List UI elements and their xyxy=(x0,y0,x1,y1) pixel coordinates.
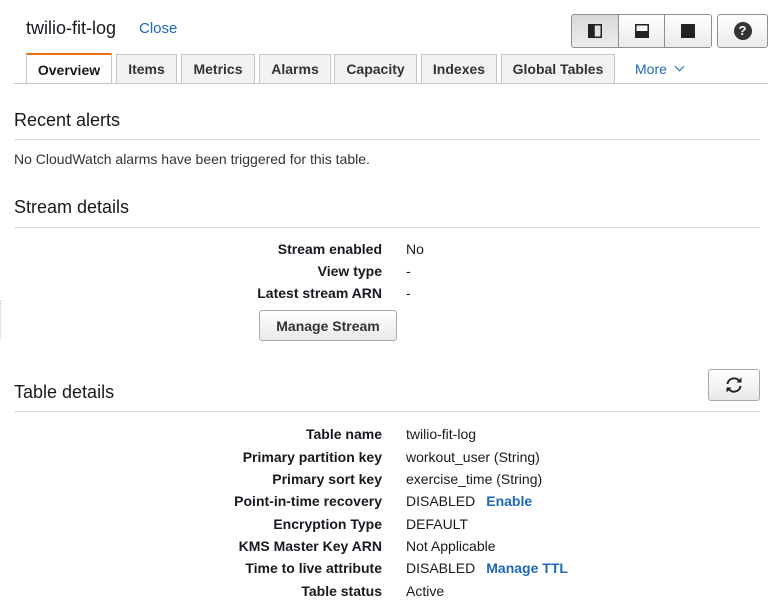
ttl-value-row: DISABLED Manage TTL xyxy=(406,560,568,576)
full-view-icon xyxy=(681,24,696,38)
pitr-value-row: DISABLED Enable xyxy=(406,493,532,509)
split-left-icon xyxy=(587,24,602,38)
stream-enabled-label: Stream enabled xyxy=(277,241,382,257)
ttl-label: Time to live attribute xyxy=(245,560,382,576)
encryption-type-label: Encryption Type xyxy=(273,516,382,532)
manage-stream-button[interactable]: Manage Stream xyxy=(259,310,397,341)
kms-key-value: Not Applicable xyxy=(406,538,496,554)
full-view-button[interactable] xyxy=(664,15,711,47)
view-type-label: View type xyxy=(317,263,382,279)
split-left-view-button[interactable] xyxy=(572,15,618,47)
tab-global-tables[interactable]: Global Tables xyxy=(501,54,615,83)
pitr-label: Point-in-time recovery xyxy=(234,493,382,509)
view-type-value: - xyxy=(406,263,411,279)
table-details-heading: Table details xyxy=(14,382,115,402)
help-icon: ? xyxy=(733,22,752,40)
recent-alerts-heading: Recent alerts xyxy=(14,110,121,130)
tab-more-label: More xyxy=(635,60,667,77)
tab-more[interactable]: More xyxy=(635,54,705,83)
enable-pitr-link[interactable]: Enable xyxy=(486,493,532,509)
pitr-value: DISABLED xyxy=(406,493,476,509)
stream-enabled-value: No xyxy=(406,241,424,257)
sort-key-value: exercise_time (String) xyxy=(406,471,543,487)
split-bottom-view-button[interactable] xyxy=(617,15,665,47)
left-resize-handle[interactable] xyxy=(0,300,3,340)
latest-stream-arn-value: - xyxy=(406,285,411,301)
kms-key-label: KMS Master Key ARN xyxy=(238,538,382,554)
section-divider xyxy=(14,227,760,228)
table-title: twilio-fit-log xyxy=(26,18,117,38)
view-mode-toggle xyxy=(571,14,712,48)
tab-metrics[interactable]: Metrics xyxy=(181,54,255,83)
section-divider xyxy=(14,411,760,412)
tab-items[interactable]: Items xyxy=(116,54,177,83)
help-button[interactable]: ? xyxy=(717,14,768,48)
sort-key-label: Primary sort key xyxy=(272,471,382,487)
chevron-down-icon xyxy=(674,61,685,71)
recent-alerts-message: No CloudWatch alarms have been triggered… xyxy=(14,151,370,167)
stream-details-heading: Stream details xyxy=(14,197,130,217)
table-status-label: Table status xyxy=(301,583,382,599)
table-status-value: Active xyxy=(406,583,445,599)
refresh-icon xyxy=(726,377,742,393)
split-bottom-icon xyxy=(634,24,649,38)
ttl-value: DISABLED xyxy=(406,560,476,576)
encryption-type-value: DEFAULT xyxy=(406,516,468,532)
refresh-button[interactable] xyxy=(708,369,760,401)
section-divider xyxy=(14,139,760,140)
latest-stream-arn-label: Latest stream ARN xyxy=(257,285,382,301)
tabs-divider xyxy=(14,83,768,84)
tab-indexes[interactable]: Indexes xyxy=(421,54,497,83)
manage-ttl-link[interactable]: Manage TTL xyxy=(486,560,568,576)
tab-capacity[interactable]: Capacity xyxy=(334,54,417,83)
partition-key-value: workout_user (String) xyxy=(406,449,540,465)
tab-alarms[interactable]: Alarms xyxy=(259,54,331,83)
tab-overview[interactable]: Overview xyxy=(26,53,112,84)
table-name-value: twilio-fit-log xyxy=(406,426,477,442)
close-link[interactable]: Close xyxy=(139,20,177,37)
table-name-label: Table name xyxy=(306,426,382,442)
partition-key-label: Primary partition key xyxy=(242,449,382,465)
